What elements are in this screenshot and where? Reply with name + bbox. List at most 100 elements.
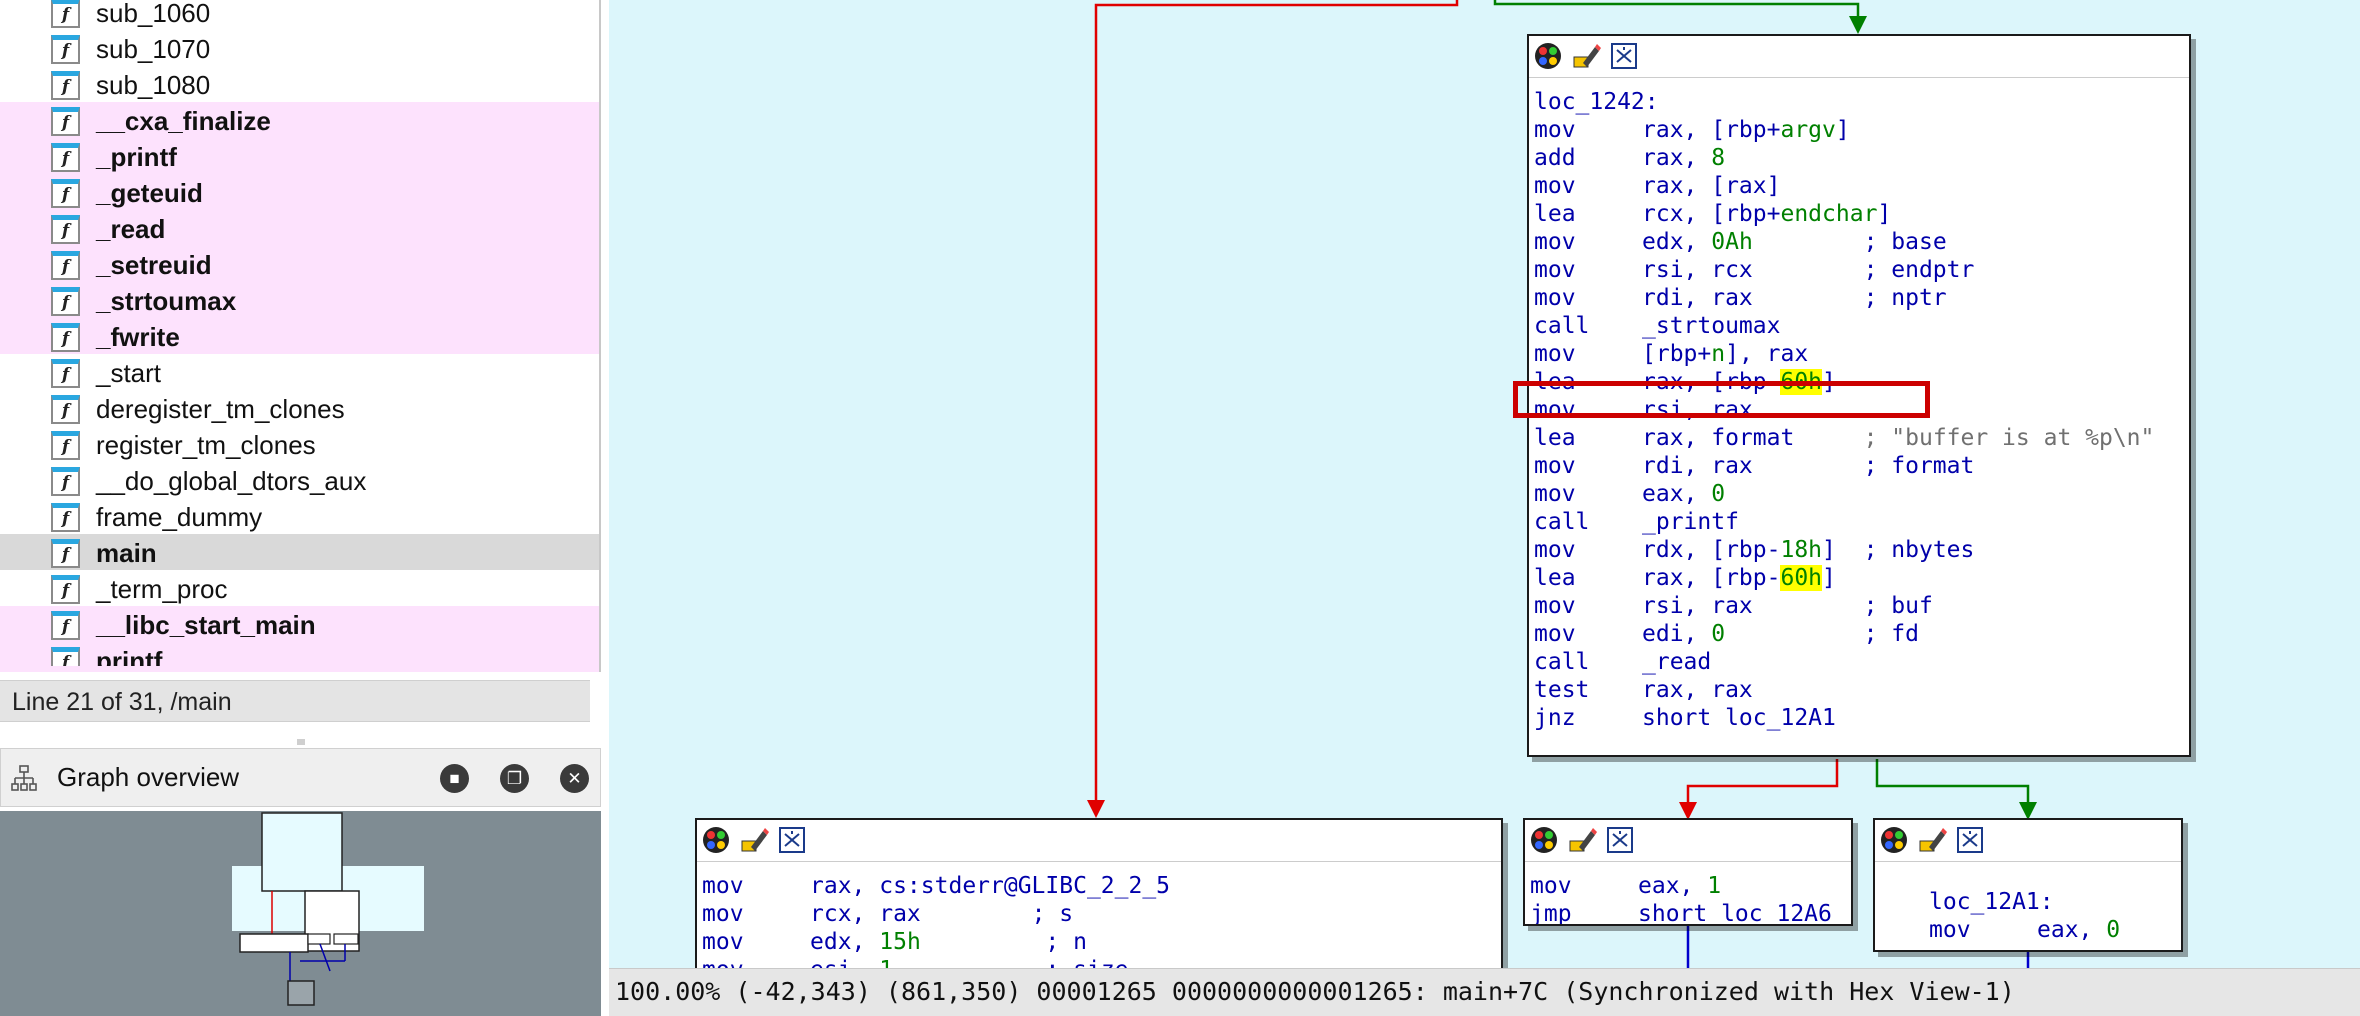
instruction-line[interactable]: mov eax, 0 [1929,916,2181,944]
operand[interactable]: ] [1836,117,1850,143]
function-row-partial-bottom[interactable] [0,666,599,672]
palette-icon[interactable] [701,825,731,855]
operand[interactable]: n [1711,341,1725,367]
operand[interactable]: rax, rax [1642,677,1753,703]
operand[interactable]: ] [1822,537,1836,563]
palette-icon[interactable] [1533,41,1563,71]
rename-edit-icon[interactable] [1917,825,1947,855]
xref-graph-icon[interactable] [1609,41,1639,71]
instruction-line[interactable]: call _printf [1534,508,2189,536]
comment[interactable]: ; nptr [1864,285,1947,311]
operand[interactable]: rdx, [rbp- [1642,537,1780,563]
instruction-line[interactable]: mov rax, cs:stderr@GLIBC_2_2_5 [702,872,1501,900]
operand[interactable]: rax, [rbp+ [1642,117,1780,143]
operand[interactable]: edi, [1642,621,1711,647]
function-row[interactable]: f _start [0,354,599,390]
rename-edit-icon[interactable] [1567,825,1597,855]
operand[interactable]: rax, [rbp- [1642,369,1780,395]
function-row[interactable]: f sub_1080 [0,66,599,102]
instruction-line[interactable]: mov edx, 15h ; n [702,928,1501,956]
instruction-line[interactable]: mov rax, [rbp+argv] [1534,116,2189,144]
operand[interactable]: rsi, rcx [1642,257,1753,283]
instruction-line[interactable]: mov edx, 0Ah ; base [1534,228,2189,256]
operand[interactable]: 0Ah [1711,229,1753,255]
operand[interactable]: 1 [1707,873,1721,899]
instruction-line[interactable]: add rax, 8 [1534,144,2189,172]
operand[interactable]: 1 [879,957,893,968]
instruction-line[interactable]: lea rax, format ; "buffer is at %p\n" [1534,424,2189,452]
palette-icon[interactable] [1879,825,1909,855]
block-label[interactable]: loc_1242: [1534,88,2189,116]
operand[interactable]: endchar [1780,201,1877,227]
operand[interactable]: rsi, rax [1642,593,1753,619]
operand[interactable]: 15h [879,929,921,955]
function-row[interactable]: f __cxa_finalize [0,102,599,138]
instruction-line[interactable]: mov eax, 0 [1534,480,2189,508]
operand[interactable]: 18h [1780,537,1822,563]
basic-block-ret-1[interactable]: mov eax, 1 jmp short loc_12A6 [1523,818,1853,926]
operand[interactable]: ] [1822,565,1836,591]
operand[interactable]: short loc_12A6 [1638,901,1832,924]
instruction-line[interactable]: jnz short loc_12A1 [1534,704,2189,732]
instruction-line[interactable]: test rax, rax [1534,676,2189,704]
instruction-line[interactable]: lea rcx, [rbp+endchar] [1534,200,2189,228]
operand[interactable]: ], rax [1725,341,1808,367]
operand[interactable]: 60h [1780,565,1823,591]
comment[interactable]: ; fd [1864,621,1919,647]
instruction-line[interactable]: mov rsi, rcx ; endptr [1534,256,2189,284]
function-row[interactable]: f _read [0,210,599,246]
operand[interactable]: rax, [rbp- [1642,565,1780,591]
operand[interactable]: short loc_12A1 [1642,705,1836,731]
disassembly-graph-view[interactable]: loc_1242: mov rax, [rbp+argv] add rax, 8 mov r… [609,0,2360,968]
operand[interactable]: [rbp+ [1642,341,1711,367]
maximize-icon[interactable]: ■ [440,764,469,793]
instruction-line[interactable]: call _read [1534,648,2189,676]
operand[interactable]: 8 [1711,145,1725,171]
operand[interactable]: 60h [1780,369,1823,395]
function-row[interactable]: f frame_dummy [0,498,599,534]
operand[interactable]: rax, [rax] [1642,173,1780,199]
instruction-line[interactable]: mov rdi, rax ; format [1534,452,2189,480]
operand[interactable]: 0 [1711,481,1725,507]
instruction-line[interactable]: mov edi, 0 ; fd [1534,620,2189,648]
operand[interactable]: rax, format [1642,425,1794,451]
function-row[interactable]: f _printf [0,138,599,174]
xref-graph-icon[interactable] [1955,825,1985,855]
operand[interactable]: _strtoumax [1642,313,1780,339]
function-row[interactable]: f register_tm_clones [0,426,599,462]
instruction-line[interactable]: mov rdi, rax ; nptr [1534,284,2189,312]
xref-graph-icon[interactable] [1605,825,1635,855]
palette-icon[interactable] [1529,825,1559,855]
operand[interactable]: eax, [1642,481,1711,507]
operand[interactable]: rcx, [rbp+ [1642,201,1780,227]
operand[interactable]: _printf [1642,509,1739,535]
comment[interactable]: ; format [1864,453,1975,479]
instruction-line[interactable]: mov rdx, [rbp-18h] ; nbytes [1534,536,2189,564]
operand[interactable]: rax, [1642,145,1711,171]
instruction-line[interactable]: mov rcx, rax ; s [702,900,1501,928]
operand[interactable]: esi, [810,957,879,968]
operand[interactable]: argv [1780,117,1835,143]
operand[interactable]: edx, [810,929,879,955]
basic-block-stderr[interactable]: mov rax, cs:stderr@GLIBC_2_2_5 mov rcx, rax… [695,818,1503,968]
operand[interactable]: ] [1822,369,1836,395]
function-row-partial[interactable]: f sub_1060 [0,0,599,30]
instruction-line[interactable]: movesi, 1 ; size [702,956,1501,968]
operand[interactable]: 0 [2106,917,2120,943]
function-row[interactable]: f _fwrite [0,318,599,354]
restore-icon[interactable]: ❐ [500,764,529,793]
instruction-line[interactable]: lea rax, [rbp-60h] [1534,368,2189,396]
function-row[interactable]: f __libc_start_main [0,606,599,642]
function-row[interactable]: f __do_global_dtors_aux [0,462,599,498]
instruction-line[interactable]: jmp short loc_12A6 [1530,900,1851,924]
operand[interactable]: rdi, rax [1642,453,1753,479]
instruction-line[interactable]: mov rsi, rax [1534,396,2189,424]
operand[interactable]: rsi, rax [1642,397,1753,423]
operand[interactable]: eax, [2037,917,2106,943]
operand[interactable]: rax, cs:stderr@GLIBC_2_2_5 [810,873,1170,899]
comment[interactable]: ; s [1032,901,1074,927]
rename-edit-icon[interactable] [739,825,769,855]
function-row[interactable]: f main [0,534,599,570]
comment[interactable]: ; "buffer is at %p\n" [1864,425,2155,451]
instruction-line[interactable]: mov eax, 1 [1530,872,1851,900]
